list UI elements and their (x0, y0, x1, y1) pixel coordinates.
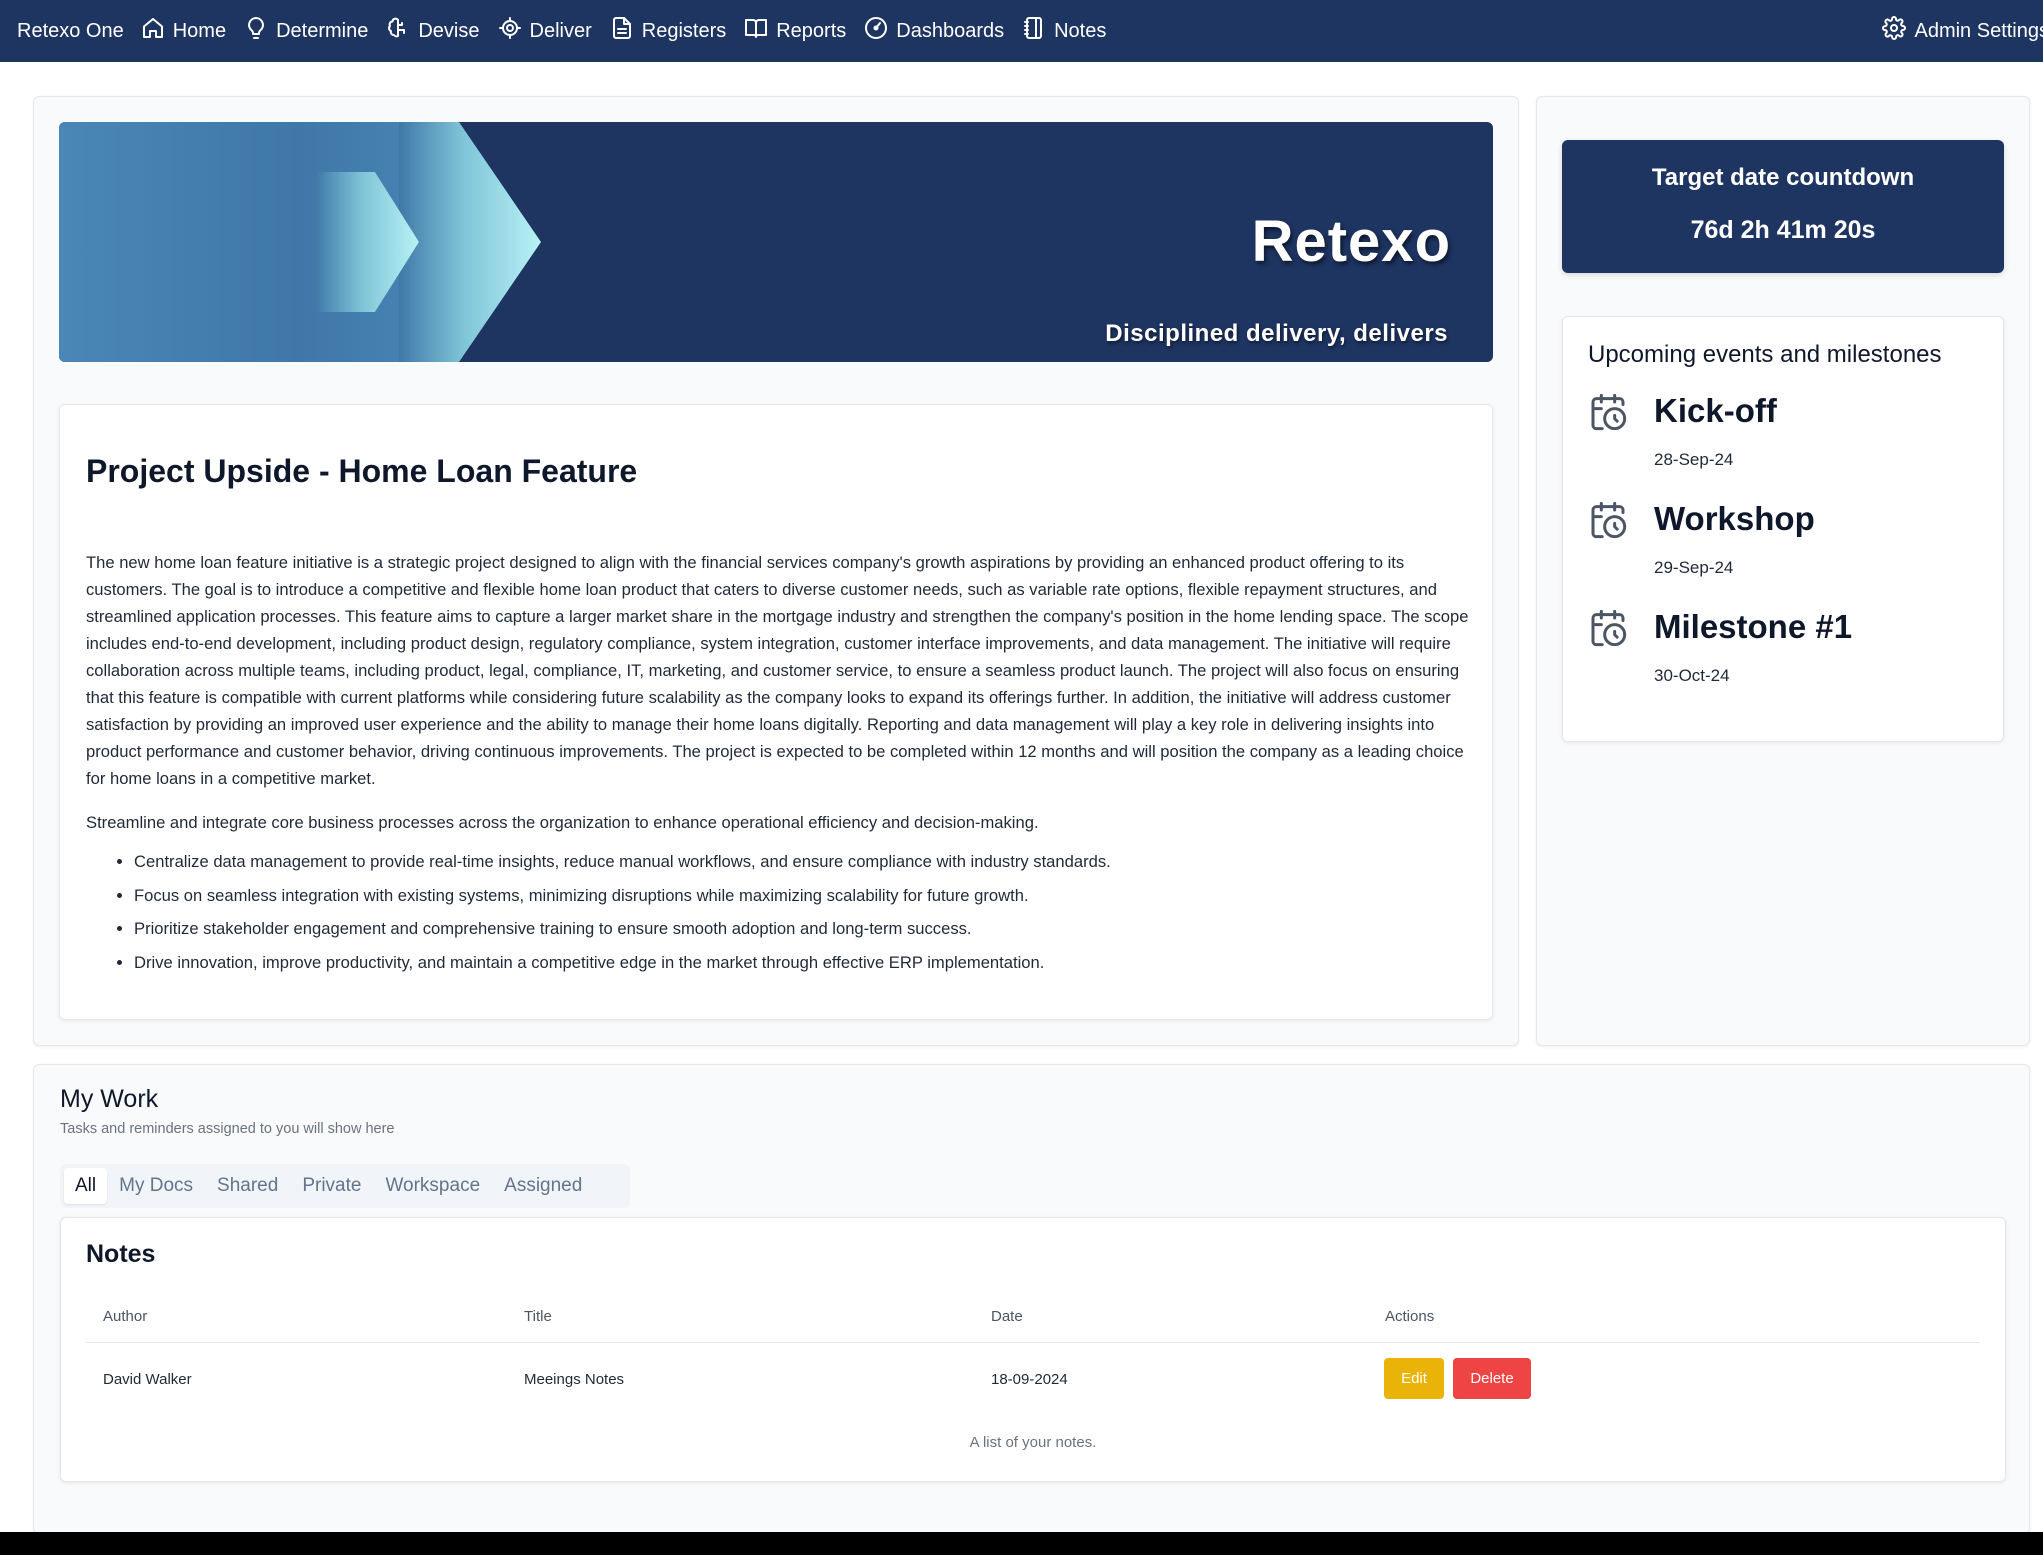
table-caption: A list of your notes. (969, 1434, 1097, 1451)
my-work-subtitle: Tasks and reminders assigned to you will… (60, 1121, 395, 1137)
nav-notes[interactable]: Notes (1022, 16, 1106, 46)
project-goal: Streamline and integrate core business p… (86, 813, 1039, 832)
list-item: Centralize data management to provide re… (134, 851, 1474, 885)
events-card: Upcoming events and milestones Kick-off … (1562, 316, 2004, 742)
calendar-clock-icon (1588, 608, 1628, 648)
my-work-panel: My Work Tasks and reminders assigned to … (33, 1064, 2030, 1534)
home-icon (141, 16, 165, 46)
table-divider (86, 1342, 1980, 1343)
list-item: Prioritize stakeholder engagement and co… (134, 918, 1474, 952)
admin-area: Admin Settings (1882, 0, 2043, 62)
top-nav: Retexo One Home Determine Devise Deliver… (0, 0, 2043, 62)
notes-title: Notes (86, 1240, 156, 1268)
brand-link[interactable]: Retexo One (17, 20, 124, 43)
tab-shared[interactable]: Shared (205, 1168, 290, 1204)
nav-determine[interactable]: Determine (244, 16, 368, 46)
nav-determine-label: Determine (276, 19, 369, 42)
tab-my-docs[interactable]: My Docs (107, 1168, 205, 1204)
nav-home[interactable]: Home (141, 16, 226, 46)
project-description: The new home loan feature initiative is … (86, 553, 1469, 788)
column-header-author: Author (103, 1308, 148, 1325)
cell-title: Meeings Notes (524, 1371, 625, 1388)
calendar-clock-icon (1588, 500, 1628, 540)
nav-admin-settings[interactable]: Admin Settings (1882, 16, 2043, 46)
delete-button[interactable]: Delete (1453, 1358, 1531, 1399)
event-date: 28-Sep-24 (1654, 450, 1734, 469)
project-title: Project Upside - Home Loan Feature (86, 453, 638, 489)
tab-all[interactable]: All (64, 1168, 108, 1204)
countdown-card: Target date countdown 76d 2h 41m 20s (1562, 140, 2004, 273)
my-work-tabs: All My Docs Shared Private Workspace Ass… (60, 1164, 630, 1208)
nav-devise[interactable]: Devise (386, 16, 480, 46)
lightbulb-icon (244, 16, 268, 46)
edit-button[interactable]: Edit (1384, 1358, 1444, 1399)
nav-dashboards-label: Dashboards (896, 19, 1005, 42)
book-icon (744, 16, 768, 46)
events-title: Upcoming events and milestones (1588, 341, 1942, 368)
event-item: Milestone #1 30-Oct-24 (1588, 608, 1968, 708)
event-name: Kick-off (1654, 392, 1777, 429)
nav-reports-label: Reports (776, 19, 847, 42)
project-card: Project Upside - Home Loan Feature The n… (59, 404, 1493, 1020)
nav-devise-label: Devise (418, 19, 480, 42)
chevron-logo-icon (315, 122, 541, 362)
gear-icon (1882, 16, 1907, 46)
bottom-bar (0, 1532, 2043, 1555)
project-bullet-list: Centralize data management to provide re… (134, 851, 1474, 985)
nav-reports[interactable]: Reports (744, 16, 846, 46)
nav-deliver-label: Deliver (529, 19, 592, 42)
event-date: 30-Oct-24 (1654, 666, 1730, 685)
column-header-date: Date (991, 1308, 1023, 1325)
brain-icon (386, 16, 410, 46)
calendar-clock-icon (1588, 392, 1628, 432)
list-item: Focus on seamless integration with exist… (134, 885, 1474, 919)
gauge-icon (864, 16, 888, 46)
notes-card: Notes Author Title Date Actions David Wa… (60, 1217, 2006, 1482)
nav-deliver[interactable]: Deliver (498, 16, 592, 46)
document-icon (610, 16, 634, 46)
cell-author: David Walker (103, 1371, 192, 1388)
tab-private[interactable]: Private (290, 1168, 373, 1204)
nav-dashboards[interactable]: Dashboards (864, 16, 1004, 46)
nav-registers[interactable]: Registers (610, 16, 726, 46)
nav-registers-label: Registers (641, 19, 727, 42)
cell-date: 18-09-2024 (991, 1371, 1068, 1388)
event-item: Kick-off 28-Sep-24 (1588, 392, 1968, 492)
nav-notes-label: Notes (1054, 19, 1107, 42)
column-header-actions: Actions (1385, 1308, 1435, 1325)
target-icon (498, 16, 522, 46)
event-name: Milestone #1 (1654, 608, 1853, 645)
my-work-title: My Work (60, 1085, 159, 1113)
notebook-icon (1022, 16, 1046, 46)
countdown-value: 76d 2h 41m 20s (1690, 216, 1876, 244)
event-item: Workshop 29-Sep-24 (1588, 500, 1968, 600)
list-item: Drive innovation, improve productivity, … (134, 952, 1474, 986)
column-header-title: Title (524, 1308, 552, 1325)
tab-workspace[interactable]: Workspace (373, 1168, 492, 1204)
banner-title: Retexo (1251, 209, 1451, 274)
nav-admin-label: Admin Settings (1914, 19, 2043, 42)
event-date: 29-Sep-24 (1654, 558, 1734, 577)
event-name: Workshop (1654, 500, 1815, 537)
hero-banner: Retexo Disciplined delivery, delivers (59, 122, 1493, 362)
banner-subtitle: Disciplined delivery, delivers (1105, 320, 1448, 347)
nav-home-label: Home (172, 19, 227, 42)
tab-assigned[interactable]: Assigned (492, 1168, 594, 1204)
countdown-label: Target date countdown (1651, 164, 1915, 191)
